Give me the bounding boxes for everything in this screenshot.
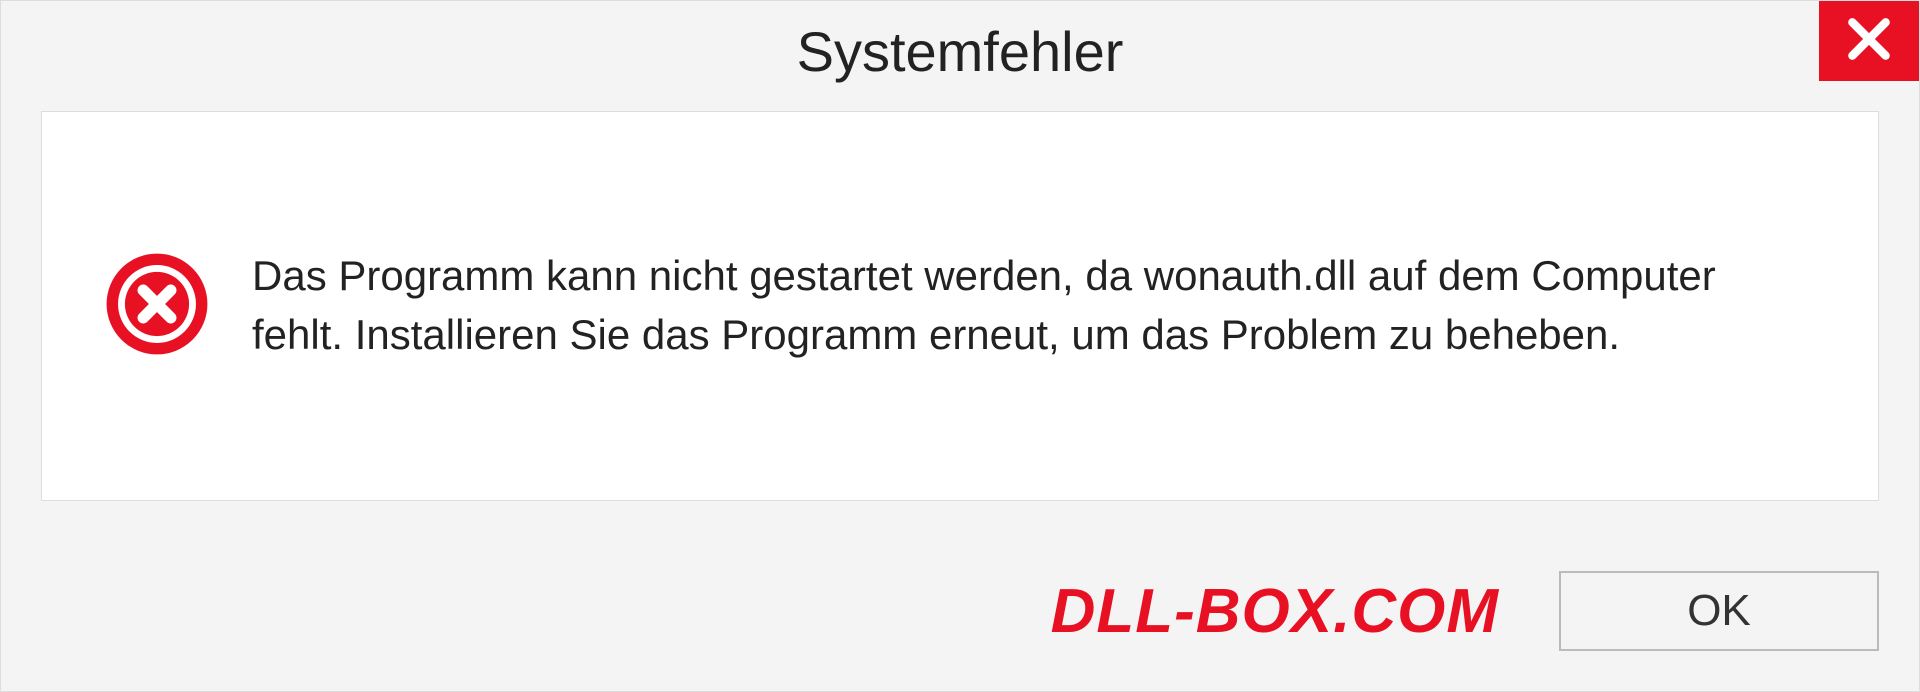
ok-button[interactable]: OK — [1559, 571, 1879, 651]
error-message: Das Programm kann nicht gestartet werden… — [252, 247, 1818, 365]
dialog-titlebar: Systemfehler — [1, 1, 1919, 101]
dialog-title: Systemfehler — [797, 19, 1124, 84]
dialog-footer: DLL-BOX.COM OK — [41, 551, 1879, 671]
ok-button-label: OK — [1687, 586, 1751, 636]
close-icon — [1844, 14, 1894, 69]
close-button[interactable] — [1819, 1, 1919, 81]
error-icon — [102, 249, 212, 364]
watermark-text: DLL-BOX.COM — [1051, 576, 1499, 647]
dialog-content-panel: Das Programm kann nicht gestartet werden… — [41, 111, 1879, 501]
